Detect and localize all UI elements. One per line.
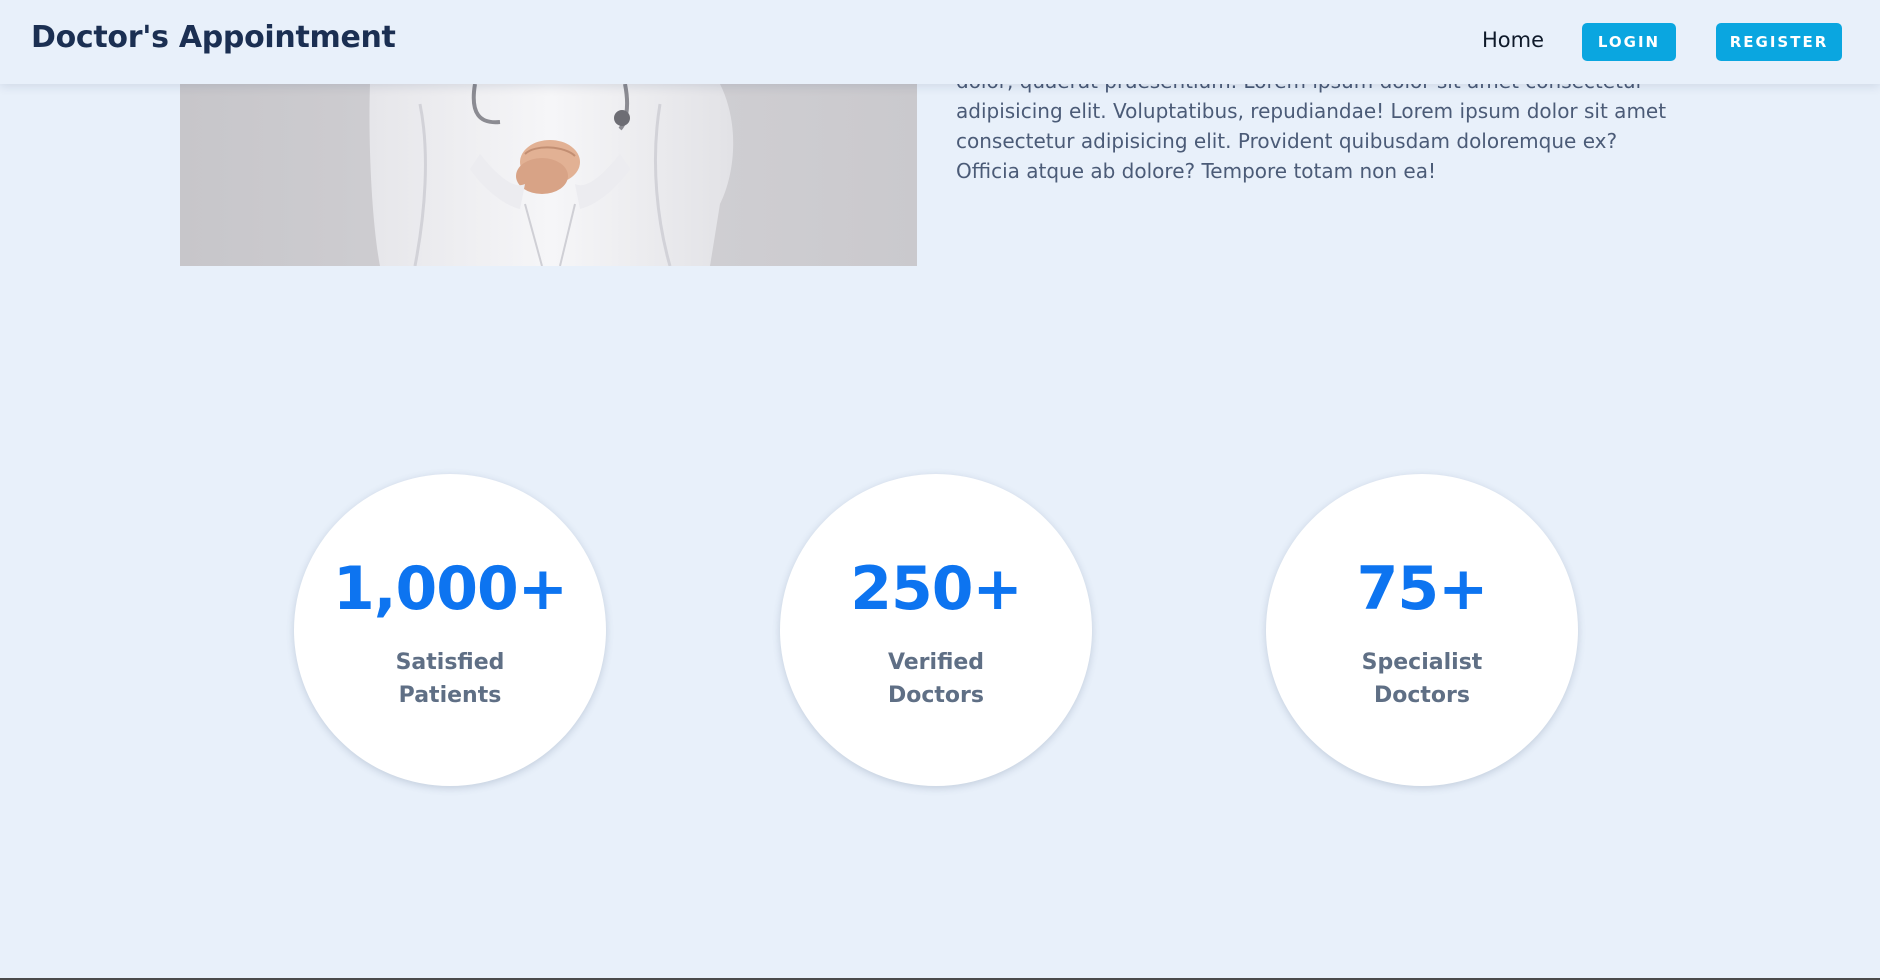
stat-label-line: Specialist [1361, 650, 1483, 675]
stat-label: Satisfied Patients [294, 646, 606, 712]
nav-home-link[interactable]: Home [1482, 28, 1544, 52]
register-button[interactable]: REGISTER [1716, 23, 1842, 61]
stat-value: 1,000+ [332, 554, 568, 624]
stat-label: Verified Doctors [780, 646, 1092, 712]
stat-label-line: Satisfied [395, 650, 505, 675]
hero-text-line: Officia atque ab dolore? Tempore totam n… [956, 159, 1436, 183]
doctor-photo [180, 84, 917, 266]
doctor-illustration [369, 84, 734, 266]
stat-label-line: Patients [398, 683, 502, 708]
stat-value: 250+ [850, 554, 1023, 624]
stat-verified-doctors: 250+ Verified Doctors [780, 474, 1092, 786]
stat-satisfied-patients: 1,000+ Satisfied Patients [294, 474, 606, 786]
top-navbar: Doctor's Appointment Home LOGIN REGISTER [0, 0, 1880, 84]
stat-specialist-doctors: 75+ Specialist Doctors [1266, 474, 1578, 786]
hero-text-line: adipisicing elit. Voluptatibus, repudian… [956, 99, 1667, 123]
stat-label-line: Doctors [1374, 683, 1470, 708]
login-button[interactable]: LOGIN [1582, 23, 1676, 61]
stat-label-line: Verified [887, 650, 985, 675]
stat-label: Specialist Doctors [1266, 646, 1578, 712]
hero-description: dolor, quaerat praesentium. Lorem ipsum … [956, 66, 1676, 186]
brand-title[interactable]: Doctor's Appointment [31, 20, 396, 55]
stat-value: 75+ [1356, 554, 1489, 624]
stat-label-line: Doctors [888, 683, 984, 708]
hero-text-line: consectetur adipisicing elit. Provident … [956, 129, 1618, 153]
